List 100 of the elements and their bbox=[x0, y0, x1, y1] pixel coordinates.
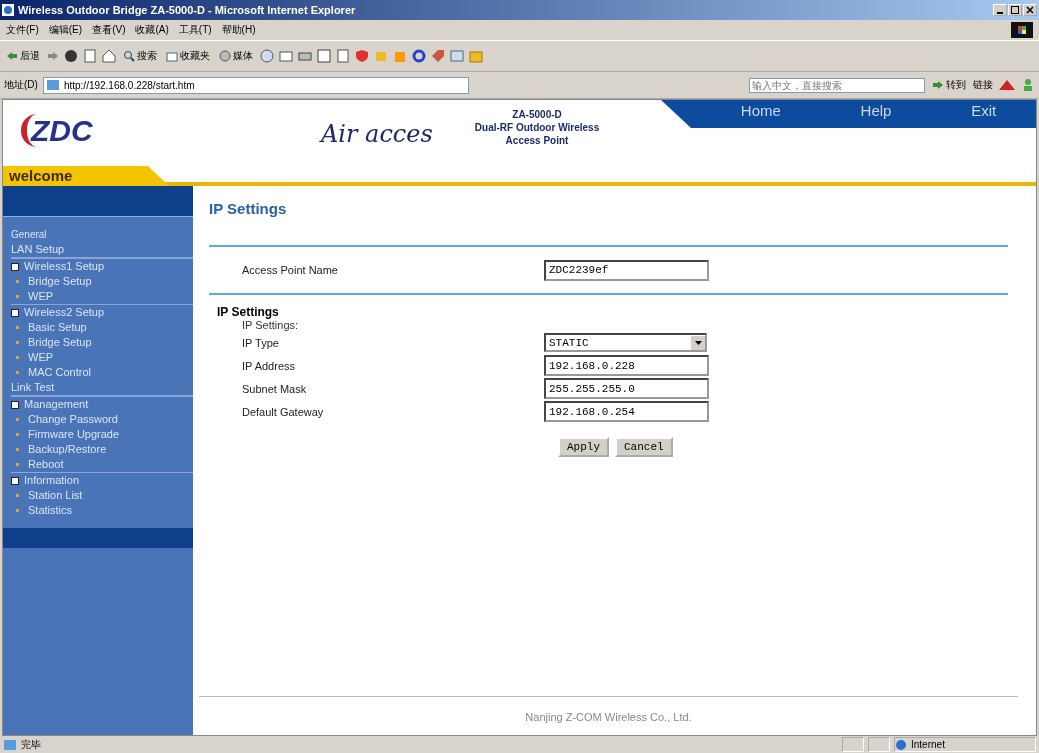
subitem-label: WEP bbox=[28, 350, 54, 365]
minimize-button[interactable] bbox=[993, 4, 1007, 16]
field-label: Subnet Mask bbox=[242, 382, 308, 395]
menu-item[interactable]: 编辑(E) bbox=[48, 23, 83, 37]
subitem-label: Backup/Restore bbox=[28, 442, 107, 457]
nav-link[interactable]: Help bbox=[860, 100, 892, 119]
nav-link[interactable]: Exit bbox=[971, 100, 997, 119]
search-button[interactable]: 搜索 bbox=[121, 49, 159, 63]
field-label: IP Type bbox=[242, 336, 280, 349]
links-label[interactable]: 链接 bbox=[973, 78, 993, 92]
subitem-label: Firmware Upgrade bbox=[28, 427, 120, 442]
ring-icon[interactable] bbox=[412, 49, 426, 63]
form-button[interactable]: Cancel bbox=[615, 437, 673, 457]
back-arrow-icon bbox=[6, 51, 18, 61]
media-button[interactable]: 媒体 bbox=[217, 49, 255, 63]
close-icon bbox=[1026, 6, 1034, 14]
menu-item[interactable]: 文件(F) bbox=[6, 23, 39, 37]
input-field[interactable]: 192.168.0.254 bbox=[544, 401, 709, 422]
page-icon bbox=[45, 79, 60, 91]
page-title: IP Settings bbox=[209, 199, 288, 219]
sidebar-subitem[interactable]: Reboot bbox=[11, 457, 193, 472]
form-button[interactable]: Apply bbox=[558, 437, 609, 457]
maximize-button[interactable] bbox=[1008, 4, 1022, 16]
mail-icon[interactable] bbox=[279, 49, 293, 63]
dropdown[interactable]: STATIC bbox=[544, 333, 707, 352]
square-bullet-icon bbox=[11, 476, 19, 485]
bullet-icon bbox=[16, 463, 19, 466]
page-icon bbox=[3, 738, 17, 751]
section-title: IP Settings bbox=[216, 305, 280, 319]
bullet-icon bbox=[16, 341, 19, 344]
home-icon[interactable] bbox=[102, 49, 116, 63]
forward-arrow-icon[interactable] bbox=[47, 51, 59, 61]
sidebar-item[interactable]: Link Test bbox=[11, 380, 193, 396]
sidebar-item[interactable]: LAN Setup bbox=[11, 242, 193, 258]
nav-link[interactable]: Home bbox=[740, 100, 781, 119]
subitem-label: WEP bbox=[28, 289, 54, 304]
footer-text: Nanjing Z-COM Wireless Co., Ltd. bbox=[525, 711, 692, 723]
favorites-button[interactable]: 收藏夹 bbox=[164, 49, 212, 63]
tag-icon[interactable] bbox=[431, 49, 445, 63]
sidebar-subitem[interactable]: WEP bbox=[11, 350, 193, 365]
bullet-icon bbox=[16, 295, 19, 298]
sidebar-subitem[interactable]: WEP bbox=[11, 289, 193, 304]
sidebar-group[interactable]: Wireless2 Setup bbox=[11, 304, 193, 320]
menu-item[interactable]: 查看(V) bbox=[92, 23, 126, 37]
bullet-icon bbox=[16, 509, 19, 512]
folder-icon bbox=[166, 50, 178, 62]
sidebar-subitem[interactable]: MAC Control bbox=[11, 365, 193, 380]
subitem-label: Station List bbox=[28, 488, 83, 503]
sidebar-group[interactable]: Management bbox=[11, 396, 193, 412]
media-icon bbox=[219, 50, 231, 62]
field-label: IP Address bbox=[242, 359, 296, 372]
sidebar-subitem[interactable]: Statistics bbox=[11, 503, 193, 518]
input-field[interactable]: 255.255.255.0 bbox=[544, 378, 709, 399]
history-icon[interactable] bbox=[260, 49, 274, 63]
shield-icon[interactable] bbox=[355, 49, 369, 63]
sidebar-subitem[interactable]: Station List bbox=[11, 488, 193, 503]
field-label: Access Point Name bbox=[242, 264, 339, 276]
sidebar-item[interactable]: General bbox=[11, 227, 193, 242]
status-text: 完毕 bbox=[21, 737, 41, 752]
field-label: Default Gateway bbox=[242, 405, 325, 418]
back-button[interactable]: 后退 bbox=[4, 49, 42, 63]
sidebar-subitem[interactable]: Backup/Restore bbox=[11, 442, 193, 457]
menu-item[interactable]: 帮助(H) bbox=[221, 23, 256, 37]
bullet-icon bbox=[16, 326, 19, 329]
sidebar-group[interactable]: Information bbox=[11, 472, 193, 488]
address-field[interactable]: http://192.168.0.228/start.htm bbox=[42, 76, 469, 94]
stop-icon[interactable] bbox=[64, 49, 78, 63]
menu-item[interactable]: 工具(T) bbox=[178, 23, 212, 37]
go-button[interactable]: 转到 bbox=[930, 78, 968, 92]
sidebar-subitem[interactable]: Bridge Setup bbox=[11, 335, 193, 350]
sidebar-subitem[interactable]: Change Password bbox=[11, 412, 193, 427]
subitem-label: MAC Control bbox=[28, 365, 91, 380]
subitem-label: Basic Setup bbox=[28, 320, 87, 335]
print-icon[interactable] bbox=[298, 49, 312, 63]
sidebar-subitem[interactable]: Bridge Setup bbox=[11, 274, 193, 289]
address-label: 地址(D) bbox=[4, 78, 38, 92]
search-icon bbox=[123, 50, 135, 62]
hat-icon[interactable] bbox=[998, 78, 1016, 92]
square-bullet-icon bbox=[11, 400, 19, 409]
maximize-icon bbox=[1011, 6, 1019, 14]
search-field[interactable]: 输入中文，直接搜索 bbox=[749, 77, 925, 93]
bullet-icon bbox=[16, 371, 19, 374]
bullet-icon bbox=[16, 448, 19, 451]
menu-item[interactable]: 收藏(A) bbox=[135, 23, 169, 37]
window-title: Wireless Outdoor Bridge ZA-5000-D - Microsoft Internet Explorer bbox=[18, 4, 356, 16]
sidebar-subitem[interactable]: Basic Setup bbox=[11, 320, 193, 335]
person-icon[interactable] bbox=[1021, 78, 1035, 92]
group-label: Wireless2 Setup bbox=[24, 305, 105, 320]
input-field[interactable]: ZDC2239ef bbox=[544, 259, 709, 281]
close-button[interactable] bbox=[1023, 4, 1037, 16]
subitem-label: Reboot bbox=[28, 457, 64, 472]
go-arrow-icon bbox=[932, 80, 944, 90]
bullet-icon bbox=[16, 433, 19, 436]
sidebar-group[interactable]: Wireless1 Setup bbox=[11, 258, 193, 274]
sidebar-subitem[interactable]: Firmware Upgrade bbox=[11, 427, 193, 442]
group-label: Management bbox=[24, 397, 89, 412]
subitem-label: Change Password bbox=[28, 412, 118, 427]
browser-icon bbox=[2, 4, 14, 16]
input-field[interactable]: 192.168.0.228 bbox=[544, 355, 709, 376]
globe-icon bbox=[895, 738, 907, 751]
